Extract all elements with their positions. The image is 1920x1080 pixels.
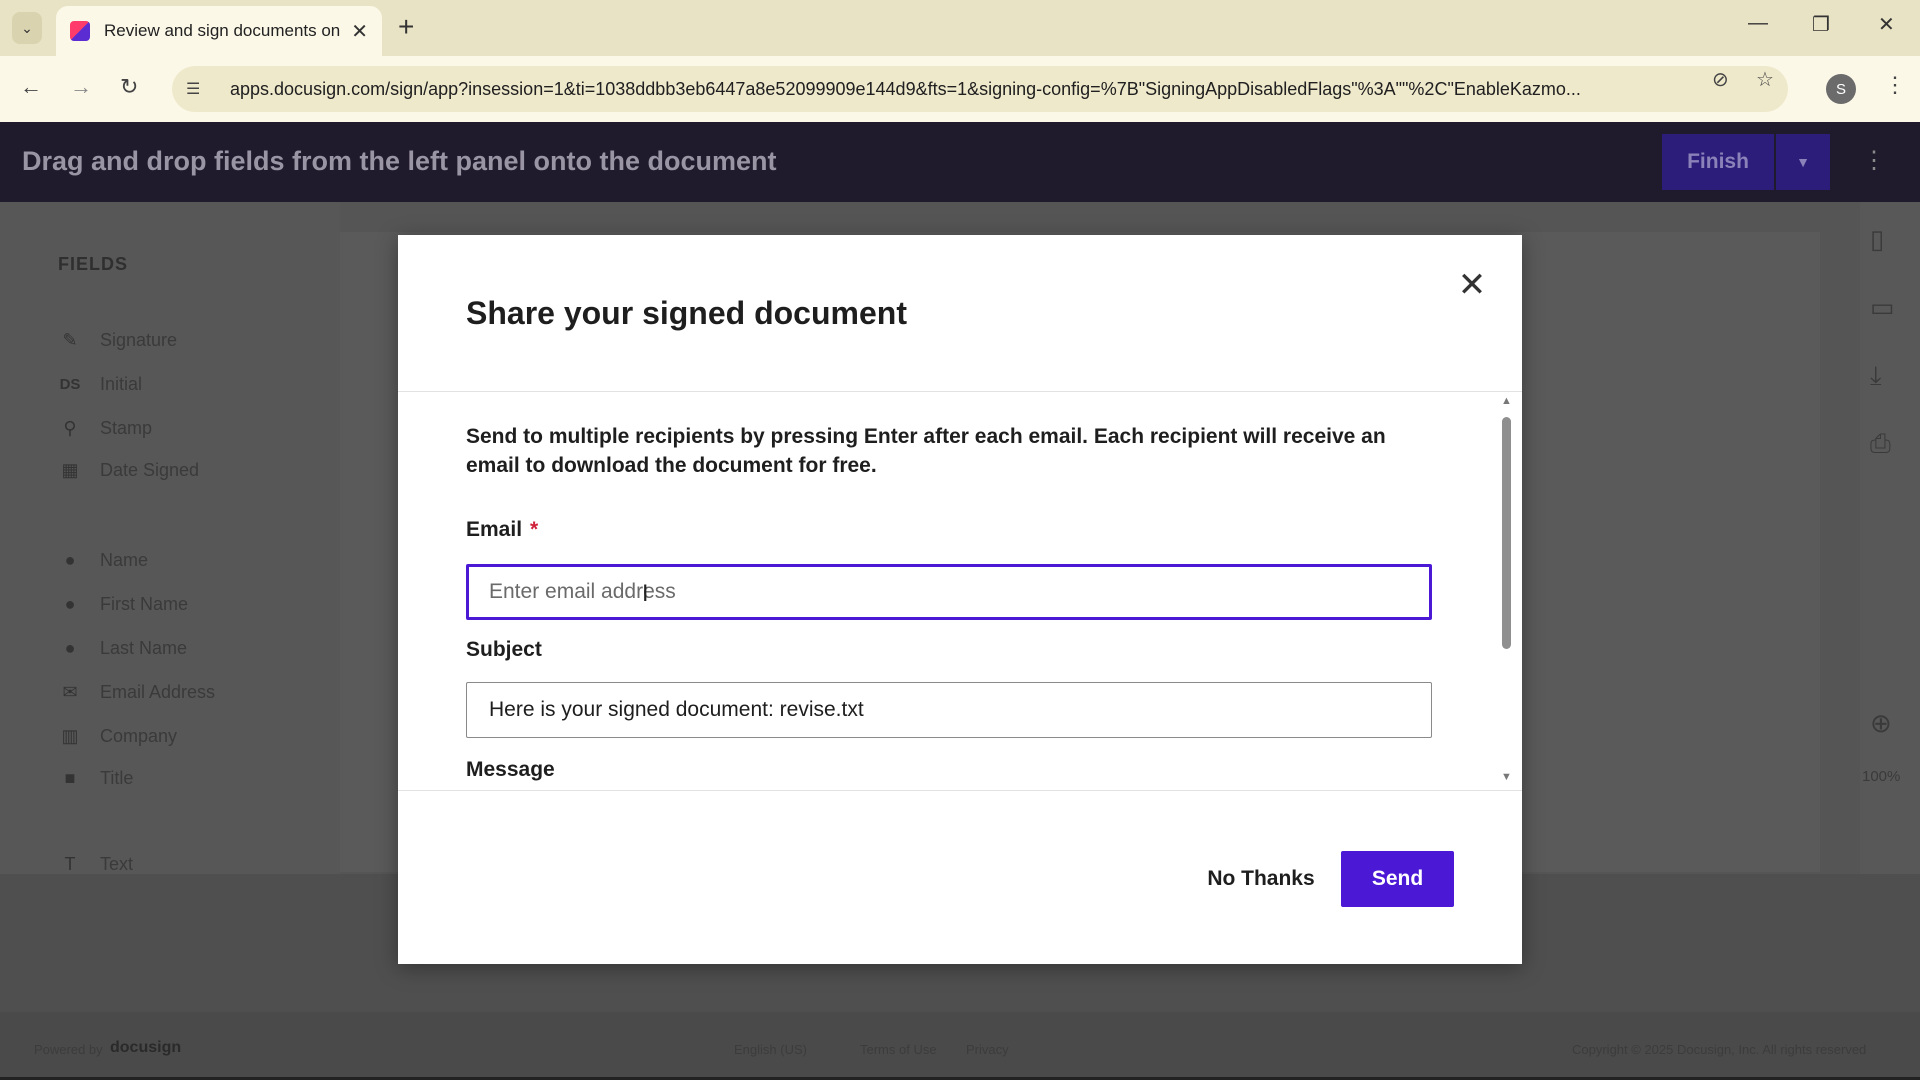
browser-tab[interactable]: Review and sign documents on ✕ — [56, 6, 382, 56]
fields-title: FIELDS — [58, 254, 129, 274]
comment-icon[interactable]: ▭ — [1870, 292, 1895, 323]
copyright-text: Copyright © 2025 Docusign, Inc. All righ… — [1572, 1042, 1867, 1057]
field-label: Title — [100, 768, 134, 788]
powered-by-text: Powered by — [34, 1042, 103, 1057]
field-label: Date Signed — [100, 460, 200, 480]
download-icon[interactable]: ⤓ — [1870, 360, 1882, 392]
email-label-text: Email — [466, 518, 523, 541]
person-icon: ● — [64, 594, 76, 614]
field-label: Last Name — [100, 638, 188, 658]
site-settings-icon[interactable]: ☰ — [186, 79, 216, 99]
new-tab-plus-icon[interactable]: + — [398, 12, 414, 42]
calendar-icon: ▦ — [61, 460, 79, 480]
tab-title: Review and sign documents on — [104, 21, 341, 40]
field-label: First Name — [100, 594, 189, 614]
stamp-icon: ⚲ — [63, 418, 77, 438]
finish-button[interactable]: Finish — [1662, 134, 1774, 190]
docusign-logo: docusign — [110, 1039, 182, 1056]
back-arrow-icon[interactable]: ← — [20, 74, 42, 100]
reload-icon[interactable]: ↻ — [120, 74, 138, 100]
close-icon[interactable]: ✕ — [1452, 265, 1492, 305]
tab-search-chevron-icon[interactable]: ⌄ — [12, 12, 42, 44]
no-thanks-button[interactable]: No Thanks — [1196, 851, 1326, 907]
person-icon: ● — [64, 550, 76, 570]
app-header: Drag and drop fields from the left panel… — [0, 122, 1920, 202]
field-label: Signature — [100, 330, 178, 350]
tracking-off-icon[interactable]: ⊘ — [1712, 67, 1729, 92]
required-asterisk: * — [530, 518, 539, 541]
field-label: Text — [100, 854, 134, 874]
terms-link[interactable]: Terms of Use — [860, 1042, 937, 1057]
text-icon: T — [64, 854, 76, 874]
person-icon: ● — [64, 638, 76, 658]
dialog-title: Share your signed document — [466, 295, 907, 331]
print-icon[interactable]: ⎙ — [1870, 428, 1891, 460]
field-date-signed[interactable]: ▦ Date Signed — [58, 460, 199, 481]
field-email-address[interactable]: ✉ Email Address — [58, 682, 215, 703]
docusign-favicon-icon — [70, 21, 90, 41]
fields-sidebar: FIELDS ✎ Signature DS Initial ⚲ Stamp ▦ … — [0, 202, 340, 874]
field-company[interactable]: ▥ Company — [58, 726, 177, 747]
browser-menu-icon[interactable]: ⋮ — [1884, 72, 1906, 98]
field-last-name[interactable]: ● Last Name — [58, 638, 187, 659]
email-label: Email * — [466, 518, 538, 542]
field-label: Name — [100, 550, 149, 570]
restore-icon[interactable]: ❐ — [1812, 12, 1830, 37]
document-icon[interactable]: ▯ — [1870, 224, 1884, 255]
field-stamp[interactable]: ⚲ Stamp — [58, 418, 152, 439]
app-footer: Powered by docusign English (US) Terms o… — [0, 1012, 1920, 1080]
tab-close-icon[interactable]: ✕ — [351, 19, 368, 44]
field-initial[interactable]: DS Initial — [58, 374, 142, 395]
zoom-in-icon[interactable]: ⊕ — [1870, 708, 1892, 739]
window-close-icon[interactable]: ✕ — [1878, 12, 1895, 37]
field-label: Initial — [100, 374, 143, 394]
zoom-level: 100% — [1862, 768, 1901, 785]
field-title[interactable]: ■ Title — [58, 768, 134, 789]
message-label: Message — [466, 758, 555, 781]
field-label: Company — [100, 726, 178, 746]
field-name[interactable]: ● Name — [58, 550, 148, 571]
email-input[interactable] — [466, 564, 1432, 620]
browser-tab-bar: ⌄ Review and sign documents on ✕ + — ❐ ✕ — [0, 0, 1920, 56]
finish-dropdown-caret-icon[interactable]: ▼ — [1776, 134, 1830, 190]
briefcase-icon: ■ — [64, 768, 76, 788]
send-button[interactable]: Send — [1341, 851, 1454, 907]
language-select[interactable]: English (US) — [734, 1042, 807, 1057]
forward-arrow-icon[interactable]: → — [70, 74, 92, 100]
share-document-dialog: Share your signed document ✕ Send to mul… — [398, 235, 1522, 964]
dialog-body: Send to multiple recipients by pressing … — [398, 392, 1498, 790]
field-signature[interactable]: ✎ Signature — [58, 330, 177, 351]
dialog-scrollbar-thumb[interactable] — [1502, 417, 1511, 649]
dialog-instructions: Send to multiple recipients by pressing … — [466, 425, 1386, 477]
browser-address-bar: ← → ↻ ☰ apps.docusign.com/sign/app?inses… — [0, 56, 1920, 122]
privacy-link[interactable]: Privacy — [966, 1042, 1009, 1057]
pen-icon: ✎ — [62, 330, 78, 350]
profile-avatar[interactable]: S — [1826, 74, 1856, 104]
url-text[interactable]: apps.docusign.com/sign/app?insession=1&t… — [230, 79, 1720, 100]
subject-input[interactable] — [466, 682, 1432, 738]
omnibox[interactable]: ☰ apps.docusign.com/sign/app?insession=1… — [172, 66, 1788, 112]
initial-icon: DS — [59, 376, 81, 393]
field-label: Stamp — [100, 418, 153, 438]
subject-label: Subject — [466, 638, 542, 661]
app-more-icon[interactable]: ⋮ — [1862, 146, 1886, 175]
minimize-icon[interactable]: — — [1748, 12, 1768, 35]
scroll-down-arrow-icon[interactable]: ▼ — [1501, 771, 1512, 783]
bookmark-star-icon[interactable]: ☆ — [1756, 67, 1774, 92]
field-label: Email Address — [100, 682, 216, 702]
dialog-footer-divider — [398, 790, 1522, 791]
field-text[interactable]: T Text — [58, 854, 134, 875]
text-cursor-icon: I — [642, 582, 649, 607]
app-header-title: Drag and drop fields from the left panel… — [22, 146, 777, 176]
envelope-icon: ✉ — [62, 682, 78, 702]
building-icon: ▥ — [61, 726, 79, 746]
scroll-up-arrow-icon[interactable]: ▲ — [1501, 395, 1512, 407]
field-first-name[interactable]: ● First Name — [58, 594, 188, 615]
